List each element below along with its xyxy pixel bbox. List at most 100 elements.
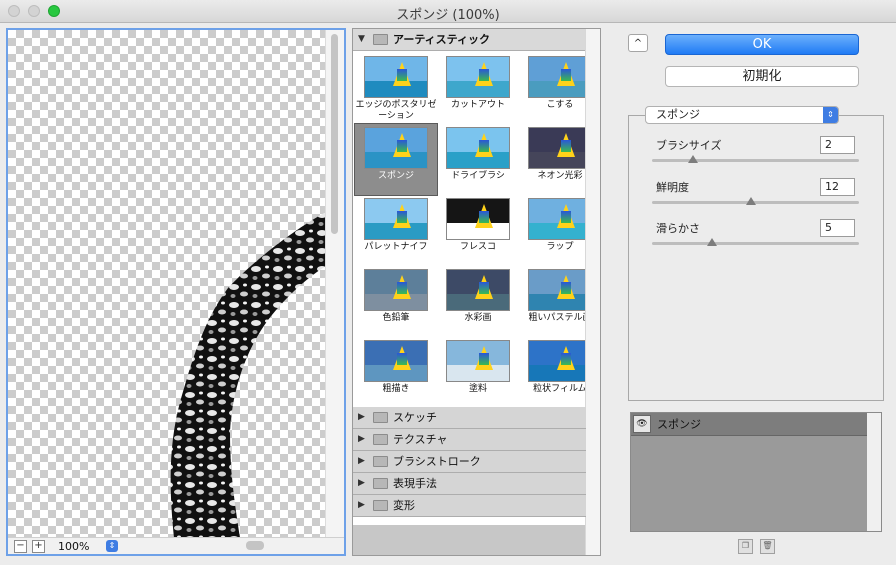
collapsed-arrow-icon: ▶ bbox=[358, 456, 365, 466]
collapse-gallery-button[interactable]: ^ bbox=[628, 34, 648, 52]
category-label: スケッチ bbox=[393, 411, 437, 424]
select-chevron-icon: ⇕ bbox=[823, 107, 838, 123]
preview-image bbox=[170, 212, 326, 538]
category-row[interactable]: ▶ 表現手法 bbox=[353, 473, 586, 495]
category-row[interactable]: ▶ テクスチャ bbox=[353, 429, 586, 451]
filter-thumb-label: 色鉛筆 bbox=[382, 313, 410, 323]
gallery-empty-area bbox=[353, 525, 586, 555]
preview-canvas[interactable] bbox=[8, 30, 326, 538]
category-row[interactable]: ▶ ブラシストローク bbox=[353, 451, 586, 473]
param-label: 滑らかさ bbox=[656, 222, 700, 235]
new-effect-layer-icon[interactable]: ❐ bbox=[738, 539, 753, 554]
filter-thumb[interactable]: エッジのポスタリゼーション bbox=[355, 53, 437, 124]
zoom-dropdown-chevron-icon[interactable]: ⇕ bbox=[106, 540, 118, 552]
zoom-in-button[interactable]: + bbox=[32, 540, 45, 553]
param-slider-thumb[interactable] bbox=[688, 155, 698, 163]
filter-thumb[interactable]: 水彩画 bbox=[437, 266, 519, 337]
preview-vertical-scrollbar[interactable] bbox=[325, 30, 344, 538]
category-artistic[interactable]: ▼ アーティスティック bbox=[353, 29, 586, 51]
filter-thumb[interactable]: ドライブラシ bbox=[437, 124, 519, 195]
ok-button[interactable]: OK bbox=[665, 34, 859, 55]
collapsed-arrow-icon: ▶ bbox=[358, 412, 365, 422]
reset-button[interactable]: 初期化 bbox=[665, 66, 859, 87]
filter-thumbnail-grid: エッジのポスタリゼーション カットアウト こする スポンジ ドライブラシ ネオン光彩 パレッ… bbox=[353, 51, 592, 408]
preview-status-bar: − + 100% ⇕ bbox=[8, 537, 344, 554]
param-group: ブラシサイズ 2 bbox=[652, 136, 862, 177]
filter-thumb-label: カットアウト bbox=[450, 100, 505, 110]
filter-thumb-image bbox=[446, 127, 510, 169]
filter-thumb-label: フレスコ bbox=[459, 242, 496, 252]
filter-thumb-image bbox=[364, 56, 428, 98]
filter-thumb-image bbox=[364, 340, 428, 382]
filter-thumb-image bbox=[364, 198, 428, 240]
param-group: 鮮明度 12 bbox=[652, 178, 862, 219]
param-group: 滑らかさ 5 bbox=[652, 219, 862, 260]
filter-thumb-image bbox=[528, 56, 592, 98]
filter-thumb-label: パレットナイフ bbox=[364, 242, 428, 252]
collapsed-arrow-icon: ▶ bbox=[358, 500, 365, 510]
category-label: アーティスティック bbox=[393, 33, 491, 46]
filter-thumb-label: 水彩画 bbox=[464, 313, 492, 323]
layers-scrollbar[interactable] bbox=[867, 413, 881, 531]
preview-horizontal-scrollbar[interactable] bbox=[244, 541, 324, 551]
param-slider-track[interactable] bbox=[652, 159, 859, 162]
filter-thumb-label: ドライブラシ bbox=[451, 171, 505, 181]
folder-icon bbox=[373, 500, 388, 511]
filter-thumb-label: 塗料 bbox=[468, 384, 487, 394]
filter-thumb-image bbox=[364, 127, 428, 169]
folder-icon bbox=[373, 456, 388, 467]
filter-thumb-image bbox=[364, 269, 428, 311]
filter-thumb[interactable]: スポンジ bbox=[354, 123, 438, 196]
filter-gallery: ▼ アーティスティック エッジのポスタリゼーション カットアウト こする スポンジ ドラ… bbox=[352, 28, 601, 556]
collapsed-arrow-icon: ▶ bbox=[358, 478, 365, 488]
trash-icon[interactable]: 🗑 bbox=[760, 539, 775, 554]
filter-select-value: スポンジ bbox=[656, 108, 700, 121]
effect-layers-panel: 👁 スポンジ bbox=[630, 412, 882, 532]
filter-thumb-image bbox=[446, 269, 510, 311]
param-label: ブラシサイズ bbox=[656, 139, 722, 152]
filter-thumb-image bbox=[528, 127, 592, 169]
filter-thumb-image bbox=[528, 269, 592, 311]
collapsed-arrow-icon: ▶ bbox=[358, 434, 365, 444]
folder-icon bbox=[373, 434, 388, 445]
filter-thumb[interactable]: カットアウト bbox=[437, 53, 519, 124]
param-value-field[interactable]: 2 bbox=[820, 136, 855, 154]
filter-thumb[interactable]: フレスコ bbox=[437, 195, 519, 266]
filter-thumb-image bbox=[528, 198, 592, 240]
zoom-out-button[interactable]: − bbox=[14, 540, 27, 553]
preview-vertical-scroll-thumb[interactable] bbox=[331, 34, 338, 234]
folder-icon bbox=[373, 412, 388, 423]
zoom-level: 100% bbox=[58, 540, 90, 553]
param-slider-thumb[interactable] bbox=[707, 238, 717, 246]
category-row[interactable]: ▶ 変形 bbox=[353, 495, 586, 517]
filter-thumb-label: エッジのポスタリゼーション bbox=[355, 100, 437, 121]
title-bar: スポンジ (100%) bbox=[0, 0, 896, 23]
window-title: スポンジ (100%) bbox=[396, 8, 500, 23]
effect-layer-row[interactable]: 👁 スポンジ bbox=[631, 413, 867, 436]
filter-thumb[interactable]: 粗描き bbox=[355, 337, 437, 408]
param-slider-track[interactable] bbox=[652, 242, 859, 245]
preview-pane[interactable]: − + 100% ⇕ bbox=[6, 28, 346, 556]
category-label: ブラシストローク bbox=[393, 455, 481, 468]
folder-icon bbox=[373, 478, 388, 489]
param-value-field[interactable]: 12 bbox=[820, 178, 855, 196]
filter-thumb[interactable]: 塗料 bbox=[437, 337, 519, 408]
param-label: 鮮明度 bbox=[656, 181, 689, 194]
category-label: 変形 bbox=[393, 499, 415, 512]
preview-horizontal-scroll-thumb[interactable] bbox=[246, 541, 264, 550]
filter-thumb[interactable]: 色鉛筆 bbox=[355, 266, 437, 337]
filter-thumb-label: スポンジ bbox=[377, 171, 414, 181]
filter-select[interactable]: スポンジ ⇕ bbox=[645, 106, 839, 124]
filter-thumb-image bbox=[446, 340, 510, 382]
param-value-field[interactable]: 5 bbox=[820, 219, 855, 237]
category-row[interactable]: ▶ スケッチ bbox=[353, 407, 586, 429]
filter-thumb-image bbox=[528, 340, 592, 382]
filter-thumb[interactable]: パレットナイフ bbox=[355, 195, 437, 266]
gallery-scrollbar[interactable] bbox=[585, 29, 600, 555]
filter-thumb-image bbox=[446, 56, 510, 98]
param-slider-thumb[interactable] bbox=[746, 197, 756, 205]
filter-thumb-label: 粗描き bbox=[382, 384, 410, 394]
eye-icon[interactable]: 👁 bbox=[633, 415, 651, 433]
filter-thumb-image bbox=[446, 198, 510, 240]
folder-icon bbox=[373, 34, 388, 45]
